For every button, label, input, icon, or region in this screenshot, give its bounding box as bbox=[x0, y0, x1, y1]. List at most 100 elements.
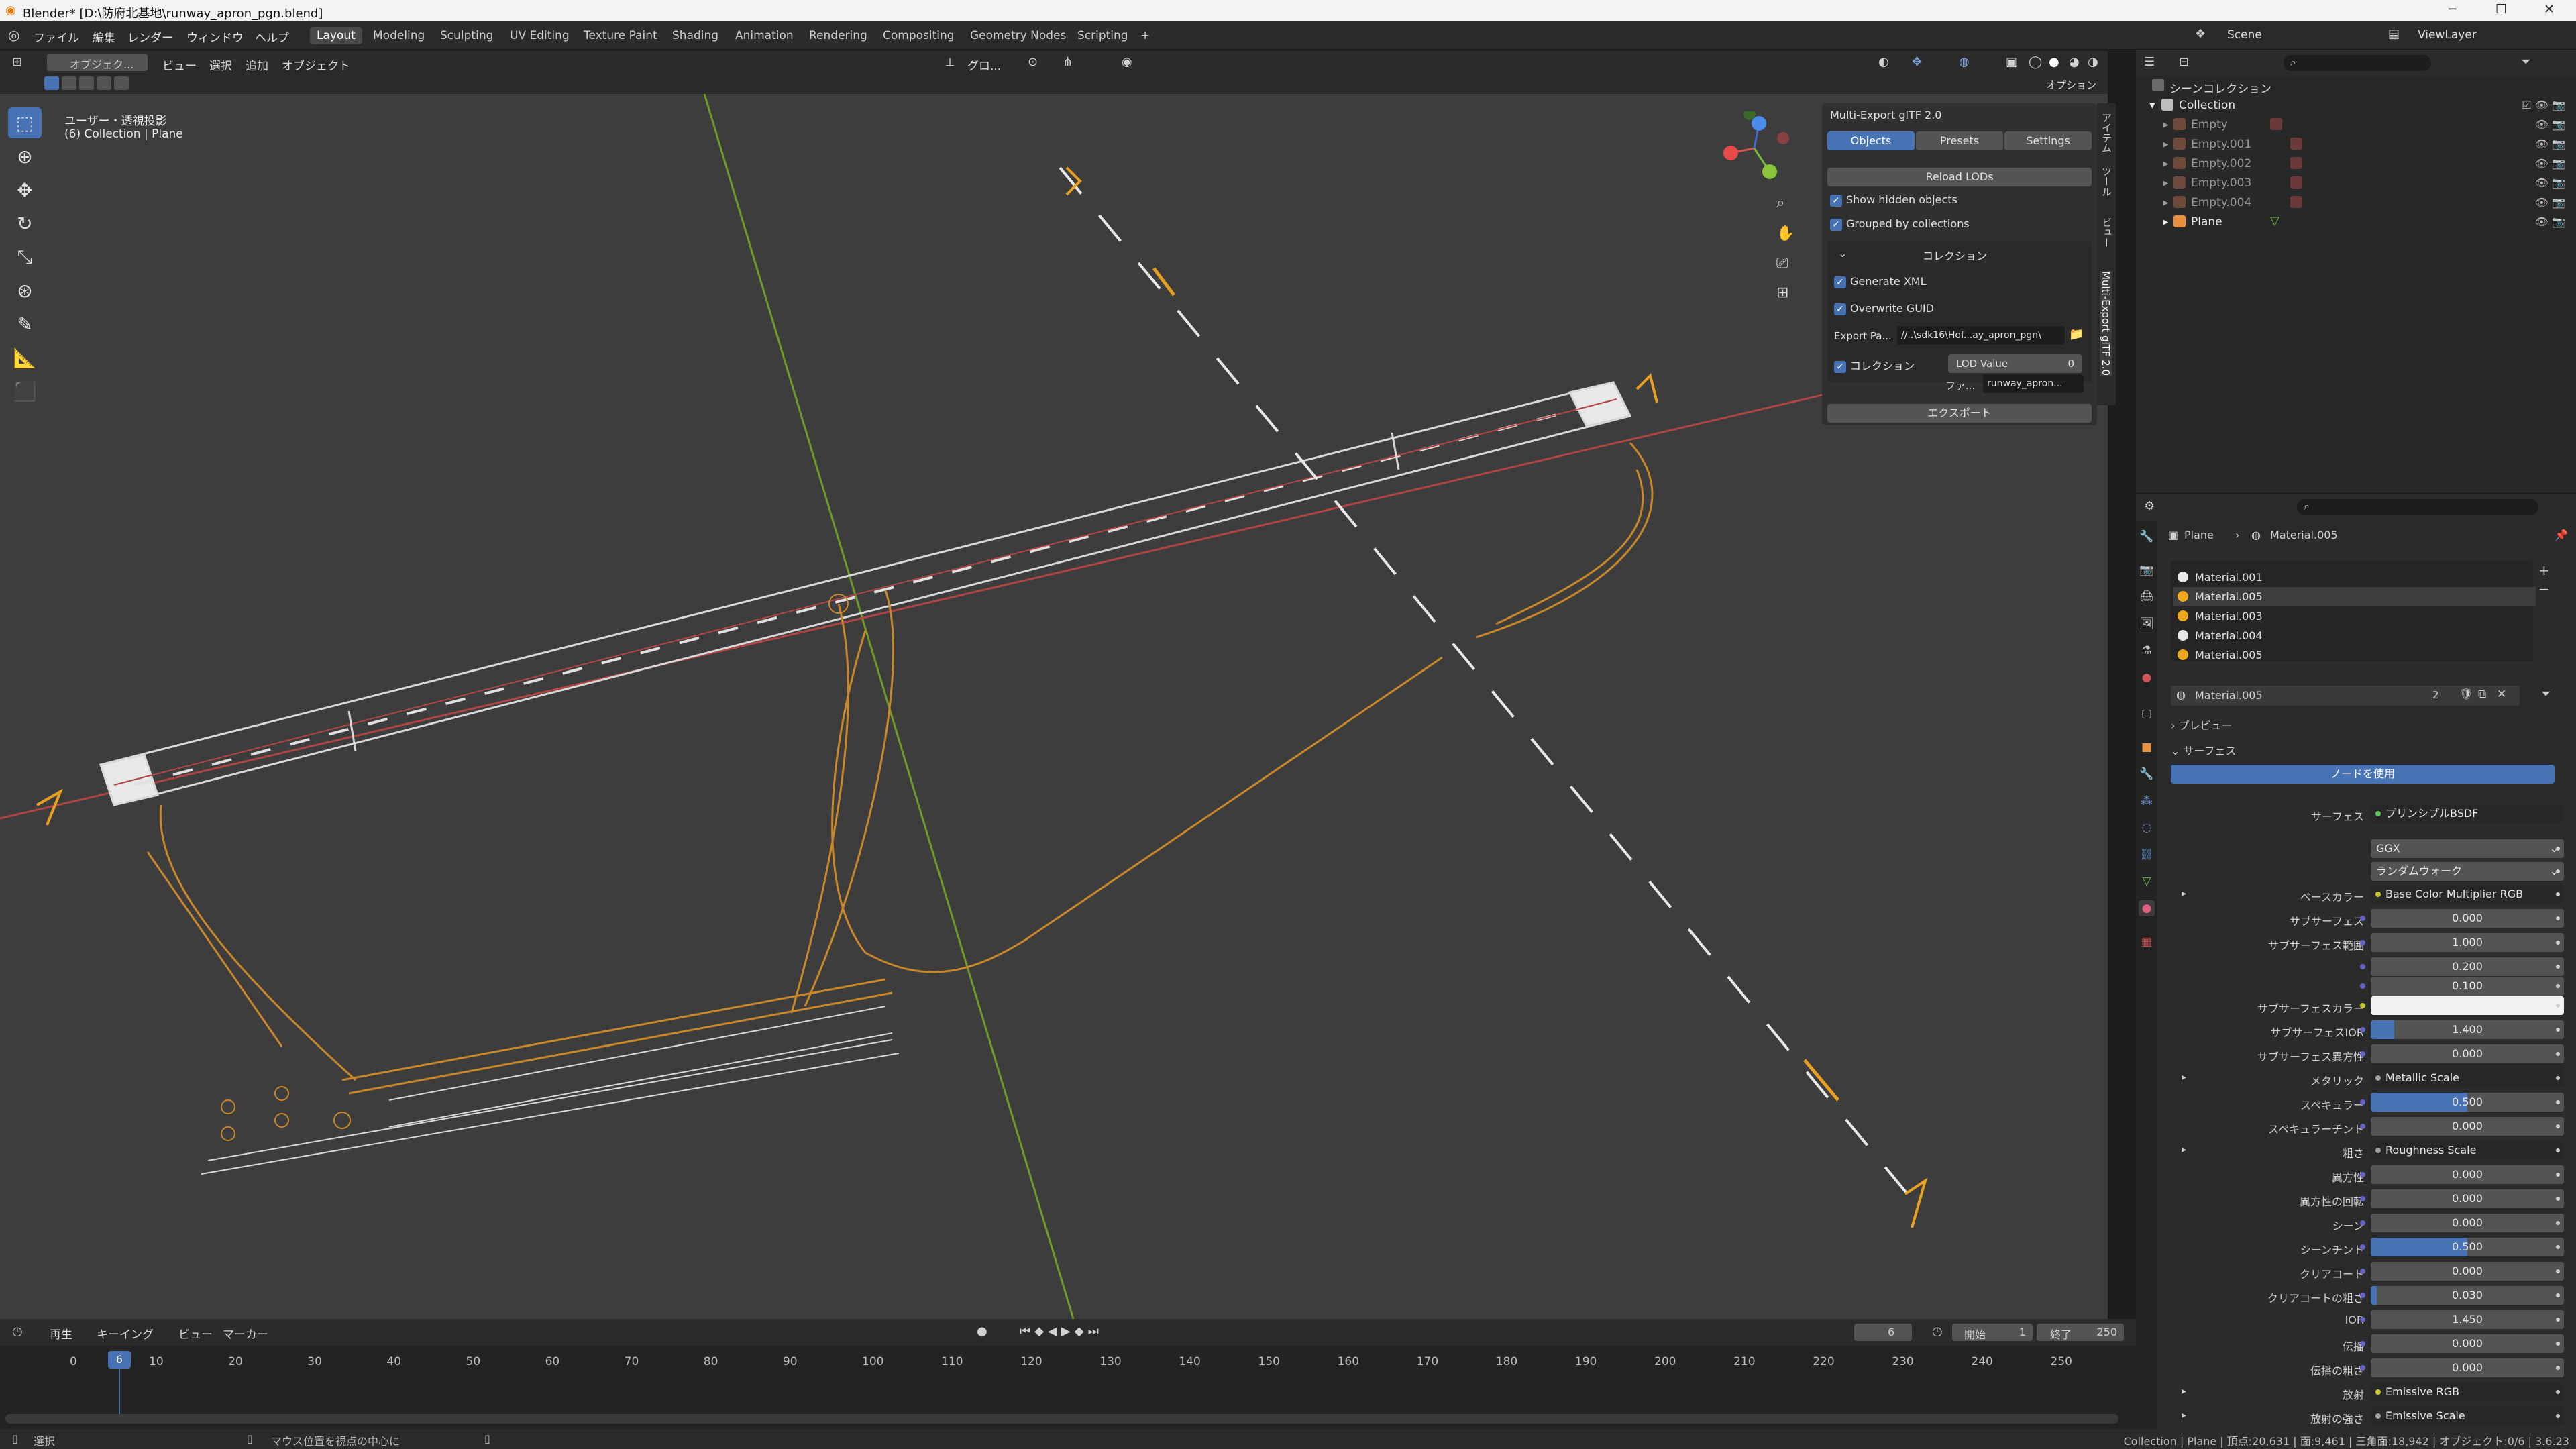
outliner-scene-collection[interactable]: シーンコレクション bbox=[2136, 76, 2576, 96]
mode-dropdown[interactable]: オブジェク... bbox=[47, 54, 148, 71]
keyframe-dot-icon[interactable] bbox=[2556, 1269, 2560, 1273]
keyframe-dot-icon[interactable] bbox=[2556, 941, 2560, 945]
subsurface-method-dropdown[interactable]: ランダムウォーク ⌄ bbox=[2371, 862, 2564, 881]
keyframe-dot-icon[interactable] bbox=[2556, 916, 2560, 920]
tab-objects[interactable]: Objects bbox=[1827, 131, 1915, 150]
outliner-item-empty-003[interactable]: ▸ Empty.003 👁 📷 bbox=[2136, 174, 2576, 193]
fake-user-icon[interactable]: 🛡 bbox=[2459, 688, 2474, 701]
overwrite-guid-checkbox[interactable]: ✓ Overwrite GUID bbox=[1834, 302, 1934, 315]
transform-orientation-icon[interactable]: ⟂ bbox=[946, 55, 954, 69]
menu-render[interactable]: レンダー bbox=[127, 28, 173, 45]
outliner-collection[interactable]: ▾ Collection ☑ 👁 📷 bbox=[2136, 96, 2576, 115]
outliner-editor-icon[interactable]: ☰ bbox=[2144, 55, 2155, 69]
socket-dot-icon[interactable] bbox=[2360, 983, 2365, 989]
tab-texture-paint[interactable]: Texture Paint bbox=[577, 27, 664, 44]
modifier-tab-icon[interactable]: 🔧 bbox=[2139, 766, 2155, 782]
number-slider[interactable]: 0.000 bbox=[2371, 1117, 2564, 1136]
timeline-scrollbar[interactable] bbox=[5, 1414, 2118, 1424]
record-icon[interactable]: ● bbox=[977, 1324, 987, 1338]
viewlayer-selector[interactable]: ViewLayer bbox=[2418, 28, 2477, 42]
collection-tab-icon[interactable]: ▢ bbox=[2139, 706, 2155, 722]
close-button[interactable]: ✕ bbox=[2544, 2, 2555, 17]
add-workspace-button[interactable]: + bbox=[1134, 27, 1157, 44]
keyframe-dot-icon[interactable] bbox=[2556, 1221, 2560, 1225]
keyframe-dot-icon[interactable] bbox=[2556, 1100, 2560, 1104]
node-link-field[interactable]: Emissive Scale bbox=[2371, 1407, 2564, 1426]
tab-compositing[interactable]: Compositing bbox=[876, 27, 961, 44]
socket-dot-icon[interactable] bbox=[2360, 1341, 2365, 1346]
perspective-toggle-icon[interactable]: ⊞ bbox=[1776, 284, 1788, 301]
keyframe-dot-icon[interactable] bbox=[2556, 1414, 2560, 1418]
socket-dot-icon[interactable] bbox=[2360, 1003, 2365, 1008]
tab-rendering[interactable]: Rendering bbox=[802, 27, 874, 44]
display-mode-icon[interactable]: ⊟ bbox=[2179, 55, 2189, 69]
socket-dot-icon[interactable] bbox=[2360, 1269, 2365, 1274]
gizmo-toggle-icon[interactable]: ✥ bbox=[1912, 55, 1922, 69]
blender-menu-icon[interactable]: ◎ bbox=[8, 27, 19, 43]
number-slider[interactable]: 0.000 bbox=[2371, 1214, 2564, 1232]
keyframe-dot-icon[interactable] bbox=[2556, 1318, 2560, 1322]
shading-rendered-icon[interactable]: ◑ bbox=[2088, 55, 2098, 69]
menu-add[interactable]: 追加 bbox=[246, 56, 268, 73]
tab-item[interactable]: アイテム bbox=[2100, 113, 2114, 153]
reload-lods-button[interactable]: Reload LODs bbox=[1827, 168, 2092, 186]
keyframe-dot-icon[interactable] bbox=[2556, 984, 2560, 988]
number-slider[interactable]: 1.000 bbox=[2371, 933, 2564, 952]
render-tab-icon[interactable]: 📷 bbox=[2139, 562, 2155, 578]
properties-editor-icon[interactable]: ⚙ bbox=[2144, 499, 2155, 513]
tab-shading[interactable]: Shading bbox=[665, 27, 725, 44]
keyframe-dot-icon[interactable] bbox=[2556, 1173, 2560, 1177]
number-slider[interactable]: 0.500 bbox=[2371, 1093, 2564, 1112]
shading-wireframe-icon[interactable]: ◯ bbox=[2029, 55, 2042, 69]
keyframe-dot-icon[interactable] bbox=[2556, 1293, 2560, 1297]
menu-object[interactable]: オブジェクト bbox=[282, 56, 350, 73]
tab-layout[interactable]: Layout bbox=[310, 27, 362, 44]
show-hidden-checkbox[interactable]: ✓ Show hidden objects bbox=[1830, 193, 1957, 207]
outliner-item-empty-004[interactable]: ▸ Empty.004 👁 📷 bbox=[2136, 193, 2576, 213]
output-tab-icon[interactable]: 🖨 bbox=[2139, 589, 2155, 605]
view-layer-tab-icon[interactable]: 🖼 bbox=[2139, 616, 2155, 632]
select-box-icon[interactable]: ⬚ bbox=[8, 107, 42, 138]
material-slot[interactable]: Material.005 bbox=[2174, 587, 2536, 606]
end-frame-field[interactable]: 終了 250 bbox=[2037, 1324, 2124, 1341]
shading-material-icon[interactable]: ◕ bbox=[2069, 55, 2080, 69]
object-tab-icon[interactable]: ■ bbox=[2139, 739, 2155, 755]
keyframe-dot-icon[interactable] bbox=[2556, 1004, 2560, 1008]
tool-tab-icon[interactable]: 🔧 bbox=[2139, 529, 2155, 545]
move-icon[interactable]: ✥ bbox=[8, 174, 42, 205]
surface-panel-header[interactable]: ⌄ サーフェス bbox=[2171, 742, 2237, 758]
pivot-icon[interactable]: ⊙ bbox=[1028, 55, 1038, 69]
viewport-3d[interactable]: ユーザー・透視投影 (6) Collection | Plane ⌕ ✋ ⎚ ⊞ bbox=[0, 94, 2108, 1319]
socket-dot-icon[interactable] bbox=[2360, 1099, 2365, 1105]
surface-shader-field[interactable]: プリンシプルBSDF bbox=[2371, 804, 2564, 823]
node-link-field[interactable]: Roughness Scale bbox=[2371, 1141, 2564, 1160]
options-dropdown[interactable]: オプション bbox=[2046, 78, 2096, 92]
number-slider[interactable]: 0.000 bbox=[2371, 1262, 2564, 1281]
keyframe-dot-icon[interactable] bbox=[2556, 1148, 2560, 1152]
filter-icon[interactable]: ⏷ bbox=[2521, 55, 2530, 69]
outliner-item-empty-001[interactable]: ▸ Empty.001 👁 📷 bbox=[2136, 135, 2576, 154]
menu-edit[interactable]: 編集 bbox=[93, 28, 115, 45]
cursor-icon[interactable]: ⊕ bbox=[8, 141, 42, 172]
rotate-icon[interactable]: ↻ bbox=[8, 208, 42, 239]
shading-solid-icon[interactable]: ● bbox=[2049, 55, 2059, 69]
current-frame-field[interactable]: 6 bbox=[1854, 1324, 1912, 1341]
pan-hand-icon[interactable]: ✋ bbox=[1776, 225, 1794, 242]
menu-select[interactable]: 選択 bbox=[209, 56, 232, 73]
outliner-item-empty-002[interactable]: ▸ Empty.002 👁 📷 bbox=[2136, 154, 2576, 174]
socket-dot-icon[interactable] bbox=[2360, 1317, 2365, 1322]
outliner-item-plane[interactable]: ▸ Plane ▽ 👁 📷 bbox=[2136, 213, 2576, 232]
use-nodes-button[interactable]: ノードを使用 bbox=[2171, 765, 2555, 784]
transform-orientation-dropdown[interactable]: グロ... bbox=[967, 56, 1001, 73]
keyframe-dot-icon[interactable] bbox=[2556, 1028, 2560, 1032]
number-slider[interactable]: 0.200 bbox=[2371, 957, 2564, 976]
tab-sculpting[interactable]: Sculpting bbox=[433, 27, 500, 44]
socket-dot-icon[interactable] bbox=[2360, 1244, 2365, 1250]
socket-dot-icon[interactable] bbox=[2360, 964, 2365, 969]
file-name-field[interactable]: runway_apron... bbox=[1983, 374, 2084, 393]
socket-dot-icon[interactable] bbox=[2360, 1220, 2365, 1226]
expand-arrow-icon[interactable]: ▸ bbox=[2182, 888, 2186, 899]
node-link-field[interactable]: Base Color Multiplier RGB bbox=[2371, 885, 2564, 904]
expand-arrow-icon[interactable]: ▸ bbox=[2182, 1072, 2186, 1083]
material-slot[interactable]: Material.004 bbox=[2174, 626, 2536, 645]
